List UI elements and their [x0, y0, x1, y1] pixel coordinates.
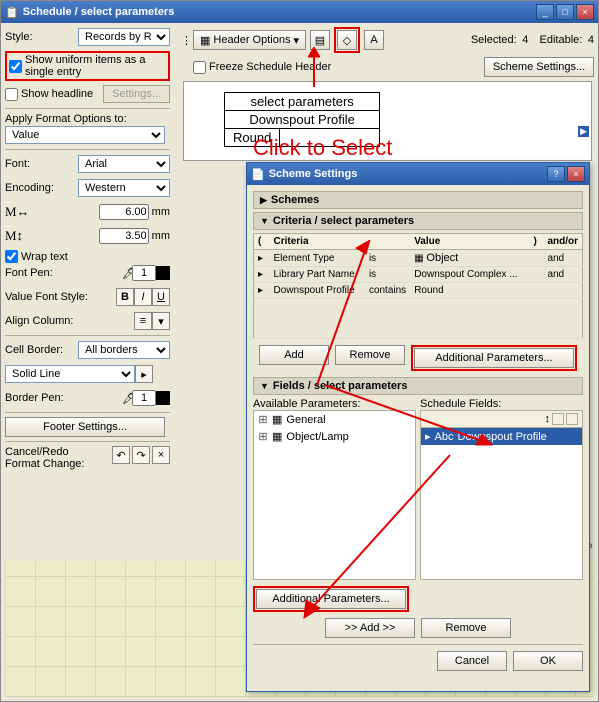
dialog-titlebar: 📄 Scheme Settings ? ×: [247, 163, 589, 185]
annotation-text: Click to Select: [253, 135, 392, 161]
remove-field-button[interactable]: Remove: [421, 618, 511, 638]
align-left-button[interactable]: ≡: [134, 312, 152, 330]
encoding-select[interactable]: Western: [78, 179, 170, 197]
scheme-settings-button[interactable]: Scheme Settings...: [484, 57, 594, 77]
undo-button[interactable]: ↶: [112, 446, 130, 464]
select-highlight: ◇: [334, 27, 360, 53]
add-field-button[interactable]: >> Add >>: [325, 618, 415, 638]
redo-button[interactable]: ↷: [132, 446, 150, 464]
borderpen-input[interactable]: [132, 390, 156, 406]
width-icon: M↔: [5, 204, 30, 220]
bold-button[interactable]: B: [116, 288, 134, 306]
table-icon: ▦: [200, 34, 210, 47]
undo-redo-controls: ↶ ↷ ×: [112, 446, 170, 464]
criteria-section[interactable]: ▼Criteria / select parameters: [253, 212, 583, 230]
table-title: select parameters: [225, 93, 380, 111]
borderpen-swatch[interactable]: [156, 391, 170, 405]
select-button[interactable]: ◇: [337, 30, 357, 50]
uniform-highlight: Show uniform items as a single entry: [5, 51, 170, 81]
window-title: Schedule / select parameters: [19, 6, 534, 18]
align-label: Align Column:: [5, 315, 73, 327]
app-icon: 📋: [5, 6, 19, 19]
cellborder-select[interactable]: All borders: [78, 341, 170, 359]
fontpen-swatch[interactable]: [156, 266, 170, 280]
encoding-label: Encoding:: [5, 182, 54, 194]
arrow-to-addparams-icon: [300, 450, 460, 620]
dialog-title: Scheme Settings: [265, 168, 545, 180]
style-select[interactable]: Records by Rows: [78, 28, 170, 46]
width-input[interactable]: [99, 204, 149, 220]
headline-checkbox[interactable]: Show headline: [5, 88, 93, 101]
vfs-label: Value Font Style:: [5, 291, 88, 303]
italic-button[interactable]: I: [134, 288, 152, 306]
font-label: Font:: [5, 158, 30, 170]
ok-button[interactable]: OK: [513, 651, 583, 671]
wrap-checkbox[interactable]: Wrap text: [5, 250, 170, 263]
top-toolbar: ⋮ ▦Header Options▾ ▤ ◇ A Selected: 4 Edi…: [181, 27, 594, 77]
titlebar: 📋 Schedule / select parameters _ □ ×: [1, 1, 598, 23]
row-handle-icon[interactable]: ▶: [578, 126, 589, 137]
undo-ext-button[interactable]: ×: [152, 446, 170, 464]
align-drop-button[interactable]: ▾: [152, 312, 170, 330]
height-icon: M↕: [5, 228, 23, 244]
cellborder-label: Cell Border:: [5, 344, 63, 356]
linestyle-select[interactable]: Solid Line: [5, 365, 135, 383]
height-input[interactable]: [99, 228, 149, 244]
dialog-icon: 📄: [251, 168, 265, 181]
apply-label: Apply Format Options to:: [5, 113, 170, 125]
pen-icon-2: 🖊: [122, 392, 132, 405]
style-label: Style:: [5, 31, 33, 43]
arrow-to-field-icon: [320, 380, 500, 450]
schemes-section[interactable]: ▶Schemes: [253, 191, 583, 209]
footer-settings-button[interactable]: Footer Settings...: [5, 417, 165, 437]
borderpen-label: Border Pen:: [5, 392, 64, 404]
fontpen-label: Font Pen:: [5, 267, 53, 279]
apply-select[interactable]: Value: [5, 126, 165, 144]
undo-label: Cancel/RedoFormat Change:: [5, 446, 84, 470]
dialog-help-button[interactable]: ?: [547, 166, 565, 182]
arrow-up-icon: [308, 47, 320, 87]
settings-button: Settings...: [103, 85, 170, 103]
status-text: Selected: 4 Editable: 4: [471, 34, 594, 46]
header-options-button[interactable]: ▦Header Options▾: [193, 30, 306, 50]
font-select[interactable]: Arial: [78, 155, 170, 173]
pen-icon: 🖊: [122, 267, 132, 280]
table-header: Downspout Profile: [225, 111, 380, 129]
fontpen-input[interactable]: [132, 265, 156, 281]
separator-handle[interactable]: ⋮: [181, 34, 189, 47]
format-button[interactable]: A: [364, 30, 384, 50]
maximize-button[interactable]: □: [556, 4, 574, 20]
minimize-button[interactable]: _: [536, 4, 554, 20]
dialog-close-button[interactable]: ×: [567, 166, 585, 182]
close-button[interactable]: ×: [576, 4, 594, 20]
underline-button[interactable]: U: [152, 288, 170, 306]
cancel-button[interactable]: Cancel: [437, 651, 507, 671]
linestyle-drop[interactable]: ▸: [135, 365, 153, 383]
uniform-checkbox[interactable]: Show uniform items as a single entry: [9, 54, 166, 78]
arrow-to-criteria-icon: [312, 240, 482, 390]
left-panel: Style: Records by Rows Show uniform items…: [5, 27, 170, 474]
